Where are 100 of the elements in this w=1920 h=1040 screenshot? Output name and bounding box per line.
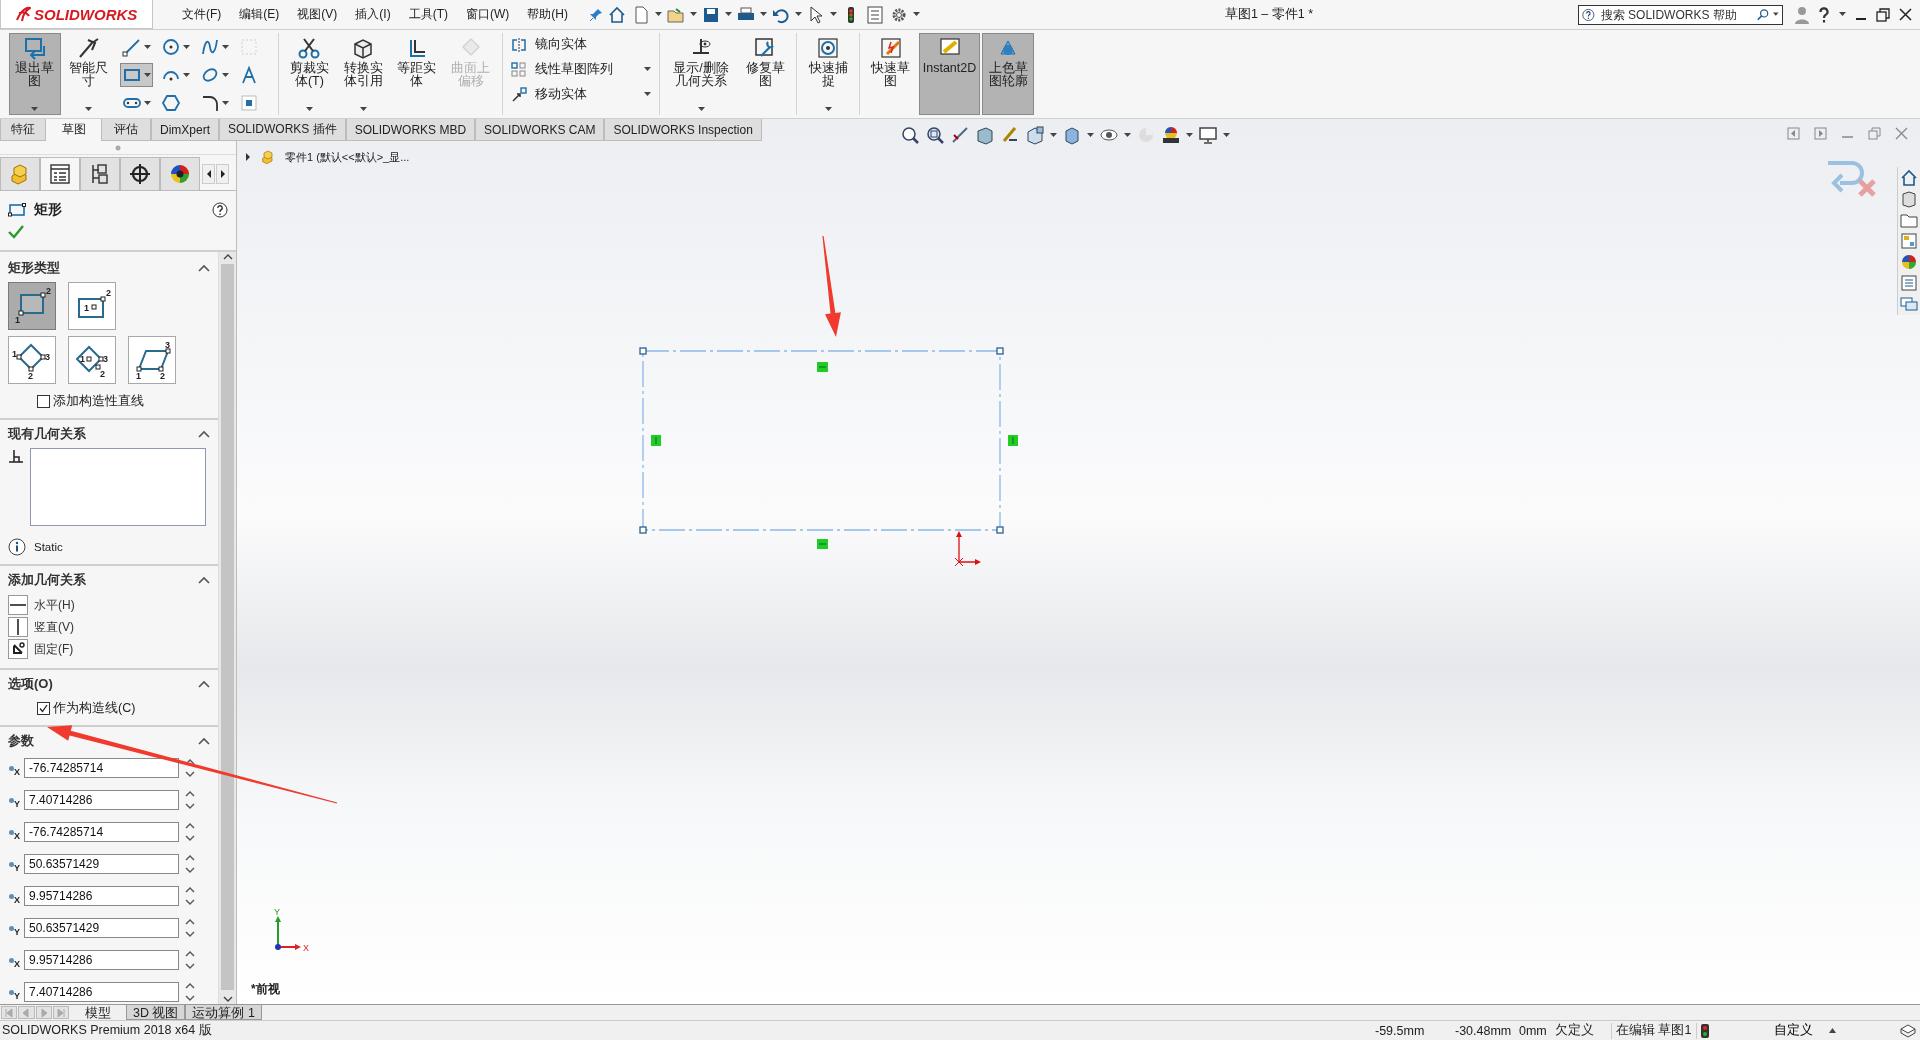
menu-item[interactable]: 编辑(E) bbox=[232, 3, 287, 26]
menu-item[interactable]: 视图(V) bbox=[290, 3, 345, 26]
view-palette-icon[interactable] bbox=[1900, 232, 1918, 250]
number-field[interactable]: -76.74285714 bbox=[24, 758, 179, 778]
command-tab[interactable]: DimXpert bbox=[151, 119, 219, 141]
checkmark-icon[interactable] bbox=[8, 225, 24, 239]
previous-view-icon[interactable] bbox=[950, 125, 970, 145]
relation-item[interactable]: 竖直(V) bbox=[8, 616, 74, 638]
command-tab[interactable]: SOLIDWORKS CAM bbox=[475, 119, 605, 141]
checkbox[interactable] bbox=[37, 395, 50, 408]
rectangle-tool-button[interactable] bbox=[119, 63, 153, 87]
caret-icon[interactable] bbox=[690, 12, 697, 17]
caret-icon[interactable] bbox=[830, 12, 837, 17]
ribbon-button[interactable]: 修复草图 bbox=[739, 33, 792, 115]
number-field[interactable]: 50.63571429 bbox=[24, 918, 179, 938]
caret-icon[interactable] bbox=[795, 12, 802, 17]
scene-icon[interactable] bbox=[1161, 125, 1181, 145]
spin-buttons[interactable] bbox=[184, 917, 196, 939]
scroll-tab-button[interactable] bbox=[216, 163, 229, 184]
appearance-icon[interactable] bbox=[1900, 253, 1918, 271]
menu-item[interactable]: 工具(T) bbox=[401, 3, 455, 26]
sketch-point[interactable] bbox=[996, 347, 1004, 355]
spin-buttons[interactable] bbox=[184, 789, 196, 811]
spin-buttons[interactable] bbox=[184, 885, 196, 907]
menu-item[interactable]: 窗口(W) bbox=[459, 3, 517, 26]
ribbon-button[interactable]: 智能尺寸 bbox=[62, 33, 115, 115]
caret-icon[interactable] bbox=[1839, 12, 1846, 17]
forum-icon[interactable] bbox=[1900, 295, 1918, 313]
grip-icon[interactable] bbox=[115, 144, 121, 151]
document-tab[interactable]: 3D 视图 bbox=[126, 1005, 186, 1020]
checkbox-label[interactable]: 作为构造线(C) bbox=[53, 700, 136, 717]
command-tab[interactable]: 特征 bbox=[0, 119, 46, 141]
number-field[interactable]: 50.63571429 bbox=[24, 854, 179, 874]
caret-icon[interactable] bbox=[760, 12, 767, 17]
ribbon-button[interactable]: 快速草图 bbox=[865, 33, 917, 115]
tooltip-icon[interactable] bbox=[1900, 1023, 1916, 1038]
caret-icon[interactable] bbox=[655, 12, 662, 17]
caret-icon[interactable] bbox=[913, 12, 920, 17]
panel-tab[interactable] bbox=[40, 157, 80, 190]
collapse-icon[interactable] bbox=[198, 576, 210, 584]
menu-item[interactable]: 文件(F) bbox=[175, 3, 229, 26]
ribbon-button[interactable]: 转换实体引用 bbox=[337, 33, 389, 115]
ribbon-command[interactable]: 移动实体 bbox=[510, 85, 651, 104]
command-tab[interactable]: SOLIDWORKS 插件 bbox=[219, 119, 346, 141]
properties-icon[interactable] bbox=[1900, 274, 1918, 292]
scrollbar[interactable] bbox=[218, 252, 236, 1004]
spin-buttons[interactable] bbox=[184, 981, 196, 1003]
dynamic-annotation-icon[interactable] bbox=[1000, 125, 1020, 145]
caret-icon[interactable] bbox=[1050, 132, 1057, 138]
caret-icon[interactable] bbox=[1087, 132, 1094, 138]
caret-icon[interactable] bbox=[1223, 132, 1230, 138]
collapse-icon[interactable] bbox=[198, 680, 210, 688]
ribbon-button[interactable]: 快速捕捉 bbox=[802, 33, 854, 115]
ribbon-button[interactable]: Instant2D bbox=[918, 33, 981, 115]
pin-icon[interactable] bbox=[589, 7, 603, 22]
scroll-tab-button[interactable] bbox=[202, 163, 215, 184]
close-icon[interactable] bbox=[1899, 8, 1912, 21]
ribbon-button[interactable]: 退出草图 bbox=[9, 33, 61, 115]
home-icon[interactable] bbox=[607, 4, 627, 25]
collapse-icon[interactable] bbox=[198, 737, 210, 745]
caret-icon[interactable] bbox=[1124, 132, 1131, 138]
zoom-fit-icon[interactable] bbox=[900, 125, 920, 145]
command-tab[interactable]: SOLIDWORKS Inspection bbox=[604, 119, 762, 141]
collapse-icon[interactable] bbox=[198, 430, 210, 438]
caret-icon[interactable] bbox=[1773, 12, 1779, 17]
number-field[interactable]: 7.40714286 bbox=[24, 982, 179, 1002]
number-field[interactable]: 9.95714286 bbox=[24, 886, 179, 906]
monitor-icon[interactable] bbox=[1198, 125, 1218, 145]
library-icon[interactable] bbox=[1900, 190, 1918, 208]
restore-icon[interactable] bbox=[1876, 7, 1890, 22]
ribbon-button[interactable]: 剪裁实体(T) bbox=[283, 33, 336, 115]
menu-item[interactable]: 帮助(H) bbox=[520, 3, 575, 26]
number-field[interactable]: 7.40714286 bbox=[24, 790, 179, 810]
section-view-icon[interactable] bbox=[975, 125, 995, 145]
caret-up-icon[interactable] bbox=[1829, 1028, 1836, 1033]
spin-buttons[interactable] bbox=[184, 853, 196, 875]
relations-list[interactable] bbox=[30, 448, 206, 526]
command-tab[interactable]: SOLIDWORKS MBD bbox=[345, 119, 476, 141]
relation-item[interactable]: 水平(H) bbox=[8, 594, 75, 616]
sketch-point[interactable] bbox=[639, 347, 647, 355]
command-tab[interactable]: 评估 bbox=[101, 119, 151, 141]
search-field[interactable]: 搜索 SOLIDWORKS 帮助 bbox=[1578, 4, 1783, 25]
spin-buttons[interactable] bbox=[184, 949, 196, 971]
sketch-point[interactable] bbox=[639, 526, 647, 534]
panel-tab[interactable] bbox=[160, 157, 200, 190]
caret-icon[interactable] bbox=[1186, 132, 1193, 138]
view-orientation-icon[interactable] bbox=[1025, 125, 1045, 145]
document-tab[interactable]: 运动算例 1 bbox=[185, 1005, 262, 1020]
ribbon-command[interactable]: 镜向实体 bbox=[510, 35, 651, 54]
help-icon[interactable] bbox=[1818, 6, 1830, 23]
panel-tab[interactable] bbox=[120, 157, 160, 190]
search-icon[interactable] bbox=[1756, 6, 1770, 23]
units-button[interactable]: 自定义 bbox=[1757, 1022, 1829, 1039]
ribbon-button[interactable]: 上色草图轮廓 bbox=[982, 33, 1034, 115]
relation-item[interactable]: 固定(F) bbox=[8, 638, 74, 660]
display-style-icon[interactable] bbox=[1062, 125, 1082, 145]
spin-buttons[interactable] bbox=[184, 821, 196, 843]
collapse-icon[interactable] bbox=[198, 264, 210, 272]
expand-icon[interactable] bbox=[245, 153, 251, 161]
number-field[interactable]: 9.95714286 bbox=[24, 950, 179, 970]
